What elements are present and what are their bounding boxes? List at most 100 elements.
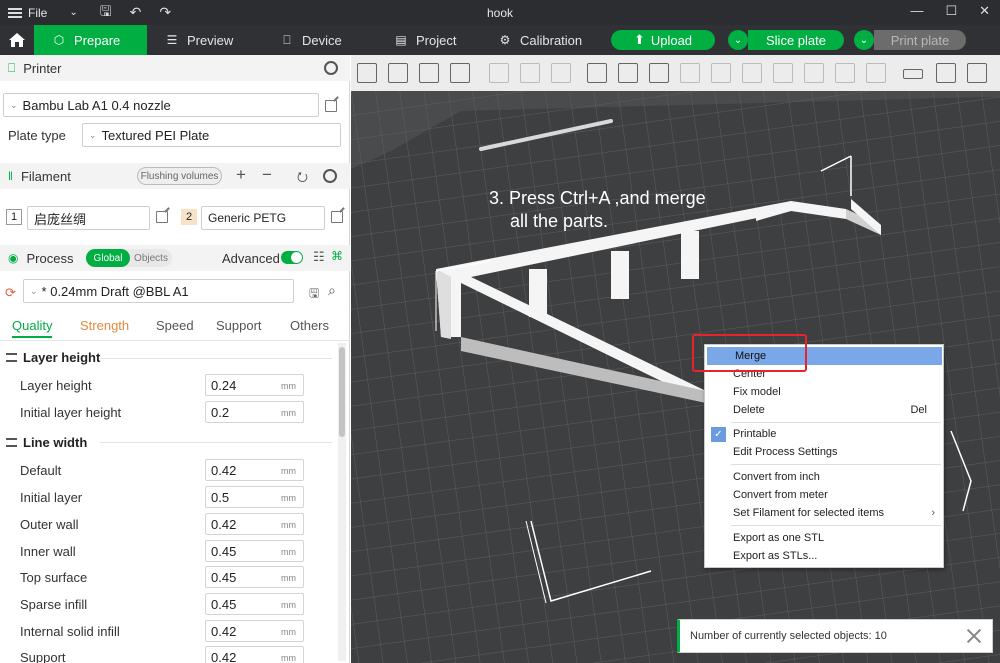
support-paint-icon[interactable] — [742, 63, 762, 83]
edit-icon[interactable] — [325, 100, 337, 112]
print-plate-button[interactable]: Print plate — [874, 30, 966, 50]
sync-icon[interactable]: ⭮ — [297, 168, 308, 190]
line-width-icon — [6, 438, 17, 447]
add-filament-button[interactable]: + — [236, 165, 246, 185]
slice-plate-button[interactable]: Slice plate — [748, 30, 844, 50]
initial-layer-height-input[interactable]: 0.2 mm — [205, 401, 304, 423]
reset-icon[interactable]: ⟳ — [5, 285, 16, 301]
printer-select[interactable]: ⌄ Bambu Lab A1 0.4 nozzle — [3, 93, 319, 117]
tab-quality[interactable]: Quality — [12, 318, 53, 338]
compare-icon[interactable]: ⌘ — [331, 249, 343, 263]
tab-strength[interactable]: Strength — [80, 318, 129, 333]
upload-button[interactable]: ⬆ Upload — [611, 30, 715, 50]
edit-icon[interactable] — [331, 211, 343, 223]
home-button[interactable] — [0, 25, 34, 55]
save-preset-icon[interactable]: 🖫 — [309, 284, 319, 305]
minimize-icon[interactable]: — — [910, 3, 923, 19]
plate-icon[interactable] — [450, 63, 470, 83]
mesh-boolean-icon[interactable] — [866, 63, 886, 83]
menu-item-export-stls[interactable]: Export as STLs... — [705, 547, 943, 565]
menu-item-set-filament[interactable]: Set Filament for selected items › — [705, 504, 943, 522]
close-icon[interactable] — [966, 628, 982, 644]
process-preset-select[interactable]: ⌄ * 0.24mm Draft @BBL A1 — [23, 279, 294, 303]
title-bar: File ⌄ 🖫 ↶ ↷ hook — ☐ ✕ — [0, 0, 1000, 25]
menu-item-export-one-stl[interactable]: Export as one STL — [705, 529, 943, 547]
layers-icon: ☰ — [166, 33, 178, 47]
measure-icon[interactable] — [903, 69, 923, 79]
outer-wall-width-input[interactable]: 0.42 mm — [205, 513, 304, 535]
sparse-infill-width-input[interactable]: 0.45 mm — [205, 593, 304, 615]
file-menu[interactable]: File ⌄ — [0, 6, 78, 20]
tab-speed[interactable]: Speed — [156, 318, 194, 333]
gear-icon[interactable] — [323, 169, 337, 183]
plate-type-select[interactable]: ⌄ Textured PEI Plate — [82, 123, 341, 147]
split-objects-icon[interactable] — [489, 63, 509, 83]
global-option[interactable]: Global — [86, 249, 130, 267]
menu-item-edit-process[interactable]: Edit Process Settings — [705, 443, 943, 461]
tab-prepare-label: Prepare — [74, 32, 121, 48]
split-parts-icon[interactable] — [520, 63, 540, 83]
objects-option[interactable]: Objects — [130, 249, 172, 267]
menu-item-delete[interactable]: Delete Del — [705, 401, 943, 419]
list-icon[interactable]: ☷ — [313, 249, 325, 265]
tab-device[interactable]: ⎕ Device — [262, 25, 376, 55]
advanced-switch[interactable] — [281, 251, 303, 264]
internal-solid-infill-width-input[interactable]: 0.42 mm — [205, 620, 304, 642]
chevron-down-icon[interactable]: ⌄ — [69, 7, 77, 18]
tab-project[interactable]: ▤ Project — [376, 25, 480, 55]
maximize-icon[interactable]: ☐ — [945, 3, 957, 19]
menu-item-label: Set Filament for selected items — [733, 507, 885, 519]
tab-prepare[interactable]: ⬡ Prepare — [34, 25, 147, 55]
slice-dropdown-icon[interactable]: ⌄ — [728, 30, 748, 50]
cut-icon[interactable] — [711, 63, 731, 83]
filament-2-number: 2 — [181, 209, 197, 225]
scrollbar-thumb[interactable] — [339, 347, 345, 437]
flushing-volumes-button[interactable]: Flushing volumes — [137, 167, 222, 185]
scale-icon[interactable] — [649, 63, 669, 83]
inner-wall-width-input[interactable]: 0.45 mm — [205, 540, 304, 562]
seam-paint-icon[interactable] — [773, 63, 793, 83]
redo-icon[interactable]: ↷ — [159, 4, 171, 21]
tab-preview[interactable]: ☰ Preview — [147, 25, 262, 55]
scope-toggle[interactable]: Global Objects — [86, 249, 172, 267]
undo-icon[interactable]: ↶ — [130, 4, 142, 21]
rotate-icon[interactable] — [618, 63, 638, 83]
menu-item-convert-meter[interactable]: Convert from meter — [705, 486, 943, 504]
menu-item-fix-model[interactable]: Fix model — [705, 383, 943, 401]
save-icon[interactable]: 🖫 — [100, 1, 112, 25]
print-dropdown-icon[interactable]: ⌄ — [854, 30, 874, 50]
color-paint-icon[interactable] — [804, 63, 824, 83]
orient-icon[interactable] — [419, 63, 439, 83]
initial-layer-width-input[interactable]: 0.5 mm — [205, 486, 304, 508]
remove-filament-button[interactable]: − — [262, 165, 272, 185]
filament-2-select[interactable]: Generic PETG — [201, 206, 325, 230]
search-icon[interactable]: ⌕ — [328, 282, 336, 299]
menu-item-convert-inch[interactable]: Convert from inch — [705, 468, 943, 486]
variable-layer-icon[interactable] — [551, 63, 571, 83]
view-icon[interactable] — [967, 63, 987, 83]
settings-scrollbar[interactable] — [338, 343, 346, 661]
edit-icon[interactable] — [156, 211, 168, 223]
arrange-icon[interactable] — [388, 63, 408, 83]
support-width-input[interactable]: 0.42 mm — [205, 646, 304, 663]
tab-others[interactable]: Others — [290, 318, 329, 333]
tab-support[interactable]: Support — [216, 318, 262, 333]
add-object-icon[interactable] — [357, 63, 377, 83]
slice-plate-label: Slice plate — [766, 32, 826, 48]
move-icon[interactable] — [587, 63, 607, 83]
filament-1-select[interactable]: 启庞丝绸 — [27, 206, 150, 230]
text-icon[interactable] — [835, 63, 855, 83]
lay-on-face-icon[interactable] — [680, 63, 700, 83]
top-surface-width-input[interactable]: 0.45 mm — [205, 566, 304, 588]
tab-calibration[interactable]: ⚙ Calibration — [480, 25, 590, 55]
default-width-input[interactable]: 0.42 mm — [205, 459, 304, 481]
filament-header-label: Filament — [20, 168, 71, 184]
param-unit: mm — [281, 520, 296, 530]
layer-height-input[interactable]: 0.24 mm — [205, 374, 304, 396]
assembly-icon[interactable] — [936, 63, 956, 83]
close-icon[interactable]: ✕ — [979, 3, 990, 19]
param-value: 0.42 — [211, 516, 237, 532]
filament-1-number: 1 — [6, 209, 22, 225]
gear-icon[interactable] — [324, 61, 338, 75]
menu-item-printable[interactable]: ✓ Printable — [705, 425, 943, 443]
